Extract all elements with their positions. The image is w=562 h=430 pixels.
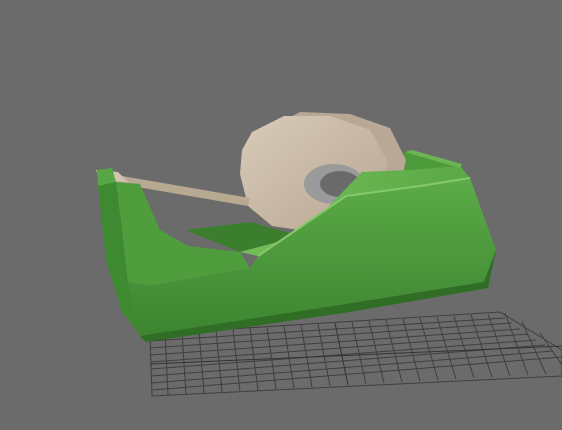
- dispenser-body: [96, 112, 496, 342]
- scene-canvas: [96, 112, 562, 397]
- 3d-viewport[interactable]: [0, 0, 562, 430]
